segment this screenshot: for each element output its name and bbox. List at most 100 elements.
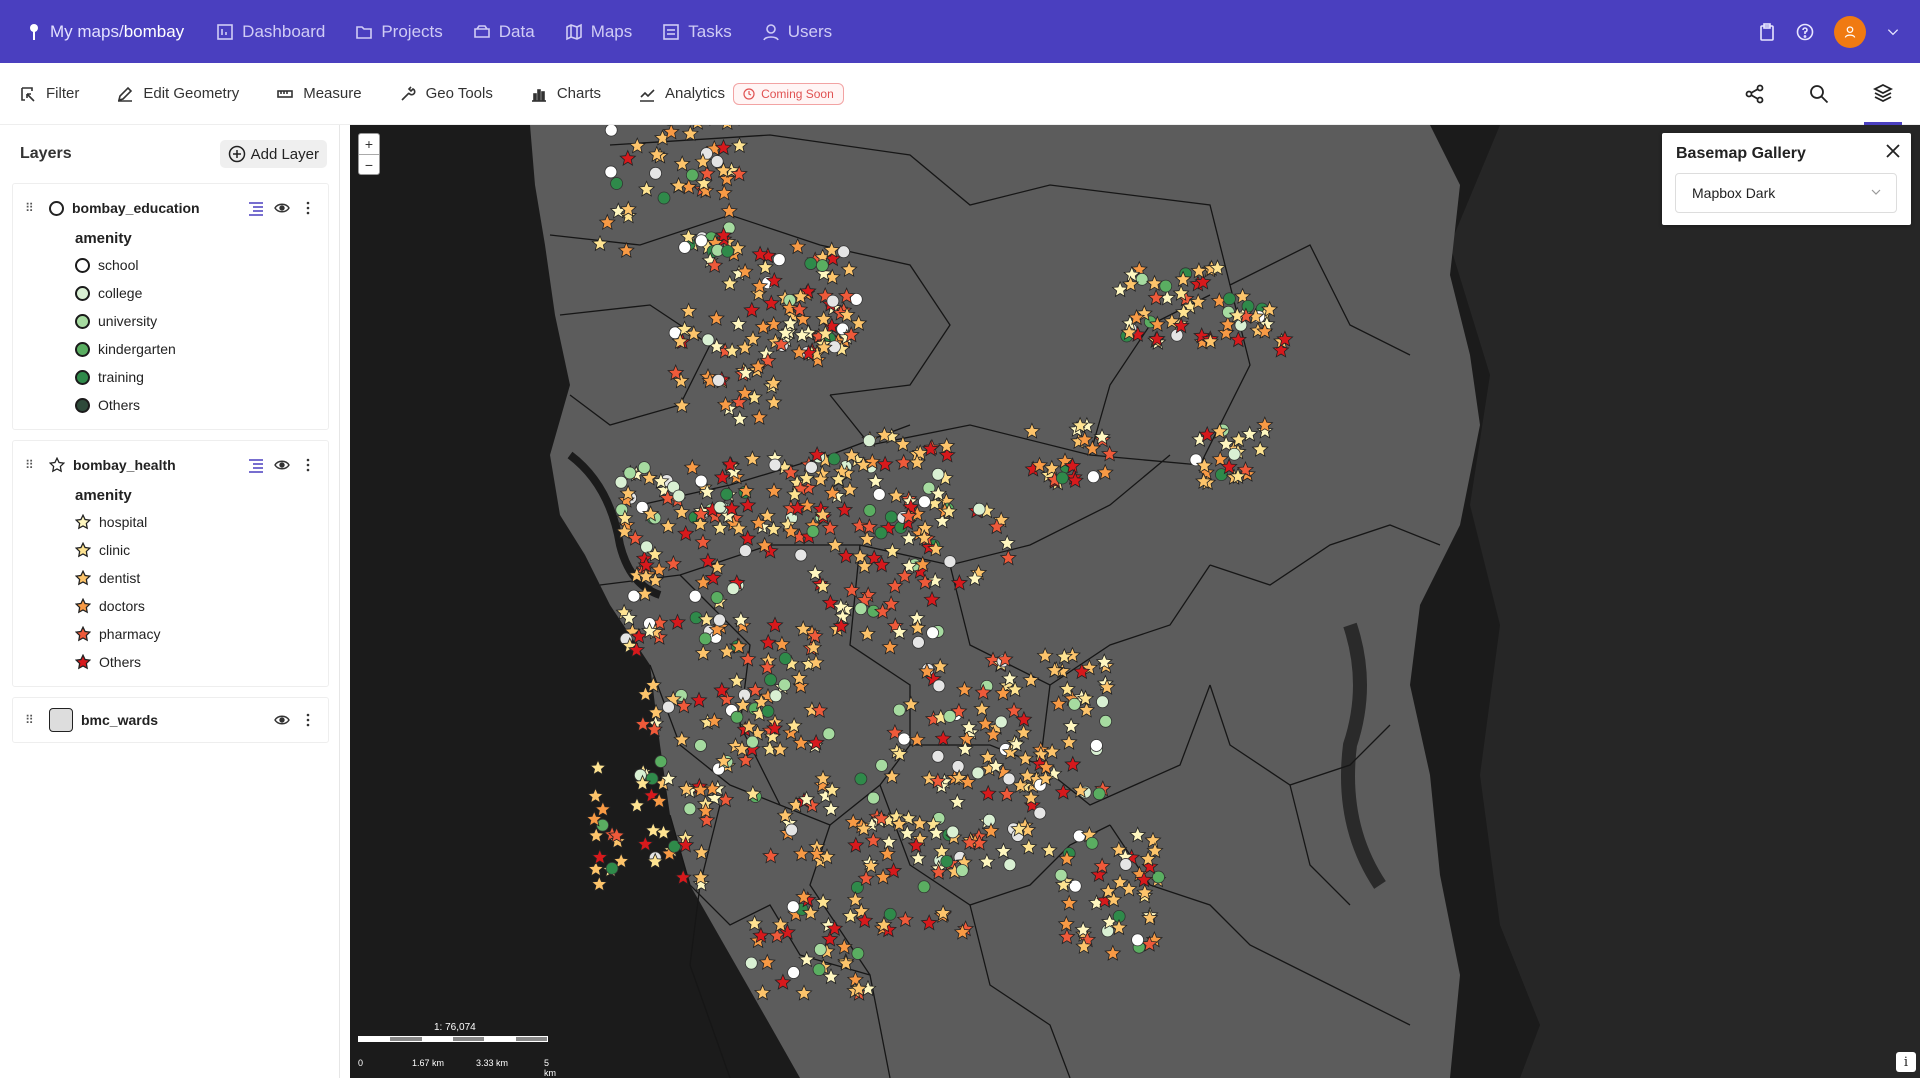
education-marker[interactable] <box>1002 772 1016 786</box>
education-marker[interactable] <box>610 177 623 190</box>
more-vertical-icon[interactable] <box>300 457 316 473</box>
chevron-down-icon[interactable] <box>1886 23 1900 41</box>
nav-tasks[interactable]: Tasks <box>662 22 732 42</box>
more-vertical-icon[interactable] <box>300 200 316 216</box>
share-button[interactable] <box>1736 63 1774 125</box>
education-marker[interactable] <box>912 635 925 649</box>
education-marker[interactable] <box>744 956 758 970</box>
education-marker[interactable] <box>926 626 939 640</box>
education-marker[interactable] <box>668 839 681 853</box>
legend-list-icon[interactable] <box>248 457 264 473</box>
nav-data[interactable]: Data <box>473 22 535 42</box>
education-marker[interactable] <box>804 257 818 270</box>
education-marker[interactable] <box>875 758 889 772</box>
education-marker[interactable] <box>874 526 888 540</box>
education-marker[interactable] <box>623 466 637 480</box>
nav-dashboard[interactable]: Dashboard <box>216 22 325 42</box>
education-marker[interactable] <box>787 966 801 979</box>
education-marker[interactable] <box>815 259 829 272</box>
clipboard-icon[interactable] <box>1758 22 1776 41</box>
education-marker[interactable] <box>806 525 820 538</box>
education-marker[interactable] <box>604 165 618 179</box>
education-marker[interactable] <box>1099 714 1113 728</box>
education-marker[interactable] <box>1222 305 1235 319</box>
measure-button[interactable]: Measure <box>277 85 362 102</box>
education-marker[interactable] <box>688 589 702 603</box>
education-marker[interactable] <box>1085 836 1099 850</box>
education-marker[interactable] <box>1241 299 1255 313</box>
education-marker[interactable] <box>1096 695 1109 709</box>
help-icon[interactable] <box>1796 23 1814 41</box>
education-marker[interactable] <box>604 125 618 137</box>
avatar[interactable] <box>1834 15 1866 48</box>
education-marker[interactable] <box>892 703 906 717</box>
education-marker[interactable] <box>854 602 868 616</box>
education-marker[interactable] <box>769 689 783 703</box>
education-marker[interactable] <box>694 234 708 248</box>
education-marker[interactable] <box>713 613 726 627</box>
education-marker[interactable] <box>772 253 786 267</box>
education-marker[interactable] <box>863 504 877 517</box>
nav-users[interactable]: Users <box>762 22 832 42</box>
education-marker[interactable] <box>827 452 841 466</box>
education-marker[interactable] <box>1068 697 1081 711</box>
education-marker[interactable] <box>897 732 911 746</box>
education-marker[interactable] <box>637 461 651 474</box>
education-marker[interactable] <box>946 825 960 839</box>
education-marker[interactable] <box>738 688 751 702</box>
education-marker[interactable] <box>1055 471 1069 485</box>
education-marker[interactable] <box>943 555 957 569</box>
map-canvas[interactable]: + − 1: 76,074 0 1.67 km 3.33 km 5 km i <box>350 125 1920 1078</box>
drag-handle-icon[interactable]: ⠿ <box>25 713 39 727</box>
drag-handle-icon[interactable]: ⠿ <box>25 201 39 215</box>
education-marker[interactable] <box>1227 447 1241 461</box>
education-marker[interactable] <box>918 495 931 509</box>
education-marker[interactable] <box>931 749 945 763</box>
education-marker[interactable] <box>826 294 840 308</box>
education-marker[interactable] <box>822 727 836 741</box>
education-marker[interactable] <box>678 241 692 254</box>
nav-maps[interactable]: Maps <box>565 22 632 42</box>
education-marker[interactable] <box>1033 806 1047 820</box>
education-marker[interactable] <box>884 510 898 524</box>
education-marker[interactable] <box>854 772 868 786</box>
education-marker[interactable] <box>726 582 740 596</box>
education-marker[interactable] <box>633 768 647 782</box>
education-marker[interactable] <box>662 700 675 714</box>
education-marker[interactable] <box>1119 858 1133 871</box>
education-marker[interactable] <box>971 766 985 780</box>
education-marker[interactable] <box>710 155 724 168</box>
education-marker[interactable] <box>614 475 628 489</box>
education-marker[interactable] <box>768 458 782 472</box>
search-button[interactable] <box>1800 63 1838 125</box>
education-marker[interactable] <box>712 373 725 387</box>
charts-button[interactable]: Charts <box>531 85 601 102</box>
drag-handle-icon[interactable]: ⠿ <box>25 458 39 472</box>
education-marker[interactable] <box>1054 868 1068 882</box>
close-icon[interactable] <box>1885 143 1901 159</box>
zoom-out-button[interactable]: − <box>359 154 379 174</box>
education-marker[interactable] <box>1159 279 1173 293</box>
education-marker[interactable] <box>720 487 734 501</box>
education-marker[interactable] <box>710 591 724 604</box>
basemap-select[interactable]: Mapbox Dark <box>1675 173 1897 213</box>
education-marker[interactable] <box>867 791 880 805</box>
geo-tools-button[interactable]: Geo Tools <box>400 85 493 102</box>
filter-button[interactable]: Filter <box>20 85 79 102</box>
eye-icon[interactable] <box>274 457 290 473</box>
education-marker[interactable] <box>851 947 865 960</box>
education-marker[interactable] <box>932 679 946 693</box>
legend-list-icon[interactable] <box>248 200 264 216</box>
education-marker[interactable] <box>917 880 931 894</box>
zoom-in-button[interactable]: + <box>359 134 379 154</box>
education-marker[interactable] <box>785 823 799 837</box>
edit-geometry-button[interactable]: Edit Geometry <box>117 85 239 102</box>
education-marker[interactable] <box>672 489 686 503</box>
more-vertical-icon[interactable] <box>300 712 316 728</box>
nav-projects[interactable]: Projects <box>355 22 443 42</box>
education-marker[interactable] <box>778 678 791 692</box>
education-marker[interactable] <box>1068 879 1082 893</box>
education-marker[interactable] <box>713 500 727 514</box>
education-marker[interactable] <box>657 191 671 205</box>
education-marker[interactable] <box>931 467 945 481</box>
